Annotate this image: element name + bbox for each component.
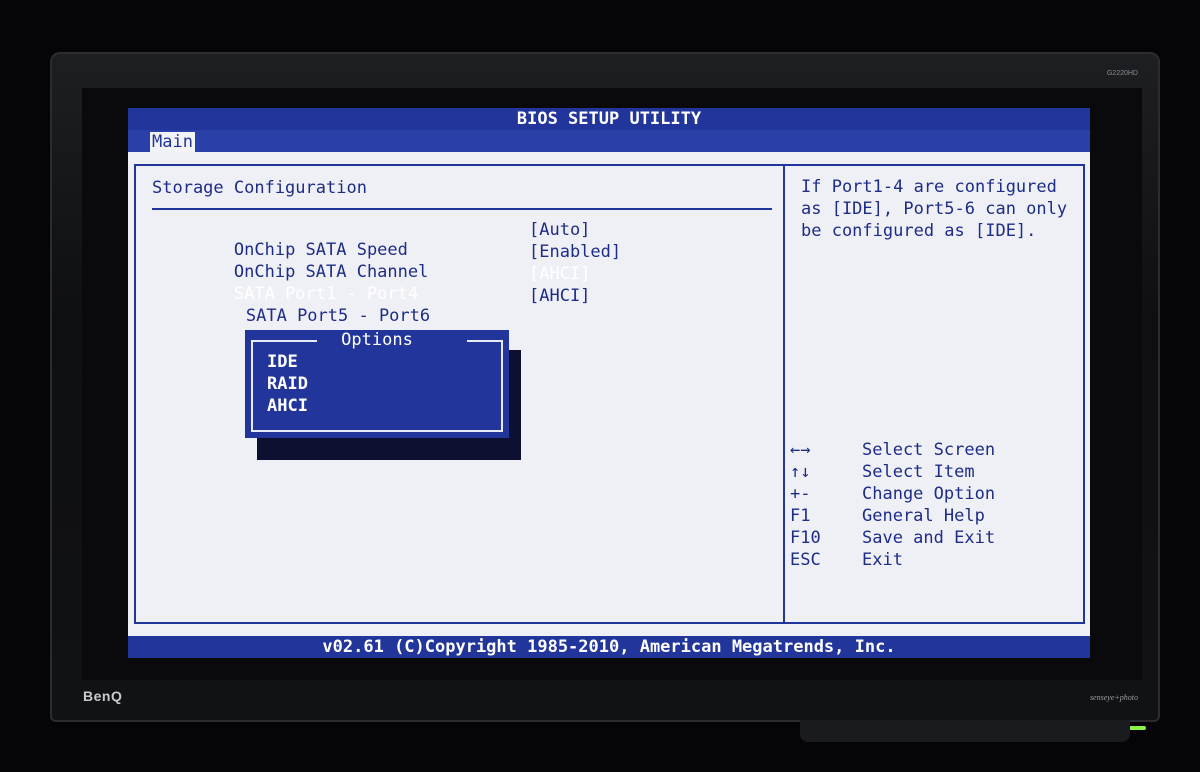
options-popup: Options IDE RAID AHCI [245,330,509,438]
f1-key: F1 [790,506,811,526]
key-legend: ←→ Select Screen ↑↓ Select Item +- Chang… [790,440,1080,572]
key-desc: Exit [862,550,903,570]
section-title: Storage Configuration [152,178,367,198]
key-desc: Select Screen [862,440,996,460]
f10-key: F10 [790,528,821,548]
option-raid[interactable]: RAID [267,374,308,394]
option-ide[interactable]: IDE [267,352,298,372]
help-panel: If Port1-4 are configured as [IDE], Port… [783,164,1085,624]
monitor-model-label: G2220HD [1106,70,1138,77]
copyright-footer: v02.61 (C)Copyright 1985-2010, American … [322,637,896,657]
left-right-arrow-icon: ←→ [790,440,811,460]
monitor-brand-logo: BenQ [83,688,123,704]
key-desc: Save and Exit [862,528,996,548]
plus-minus-key: +- [790,484,811,504]
tab-bar: Main [128,130,1090,152]
help-text: If Port1-4 are configured as [IDE], Port… [801,177,1068,241]
key-row-general-help: F1 General Help [790,506,1080,528]
section-divider [152,208,772,210]
up-down-arrow-icon: ↑↓ [790,462,811,482]
setting-value[interactable]: [AHCI] [529,264,590,284]
esc-key: ESC [790,550,821,570]
key-row-select-item: ↑↓ Select Item [790,462,1080,484]
setting-label: SATA Port5 - Port6 [245,306,431,326]
key-row-select-screen: ←→ Select Screen [790,440,1080,462]
key-desc: General Help [862,506,985,526]
popup-title: Options [341,330,413,350]
setting-value[interactable]: [AHCI] [529,286,590,306]
key-row-save-exit: F10 Save and Exit [790,528,1080,550]
setting-value[interactable]: [Auto] [529,220,590,240]
senseye-logo: senseye+photo [1089,693,1138,702]
key-desc: Change Option [862,484,996,504]
key-row-change-option: +- Change Option [790,484,1080,506]
setting-value[interactable]: [Enabled] [529,242,621,262]
key-row-exit: ESC Exit [790,550,1080,572]
monitor-stand [800,720,1130,742]
bios-title: BIOS SETUP UTILITY [516,109,702,129]
option-ahci[interactable]: AHCI [267,396,308,416]
key-desc: Select Item [862,462,975,482]
tab-main[interactable]: Main [150,132,195,152]
